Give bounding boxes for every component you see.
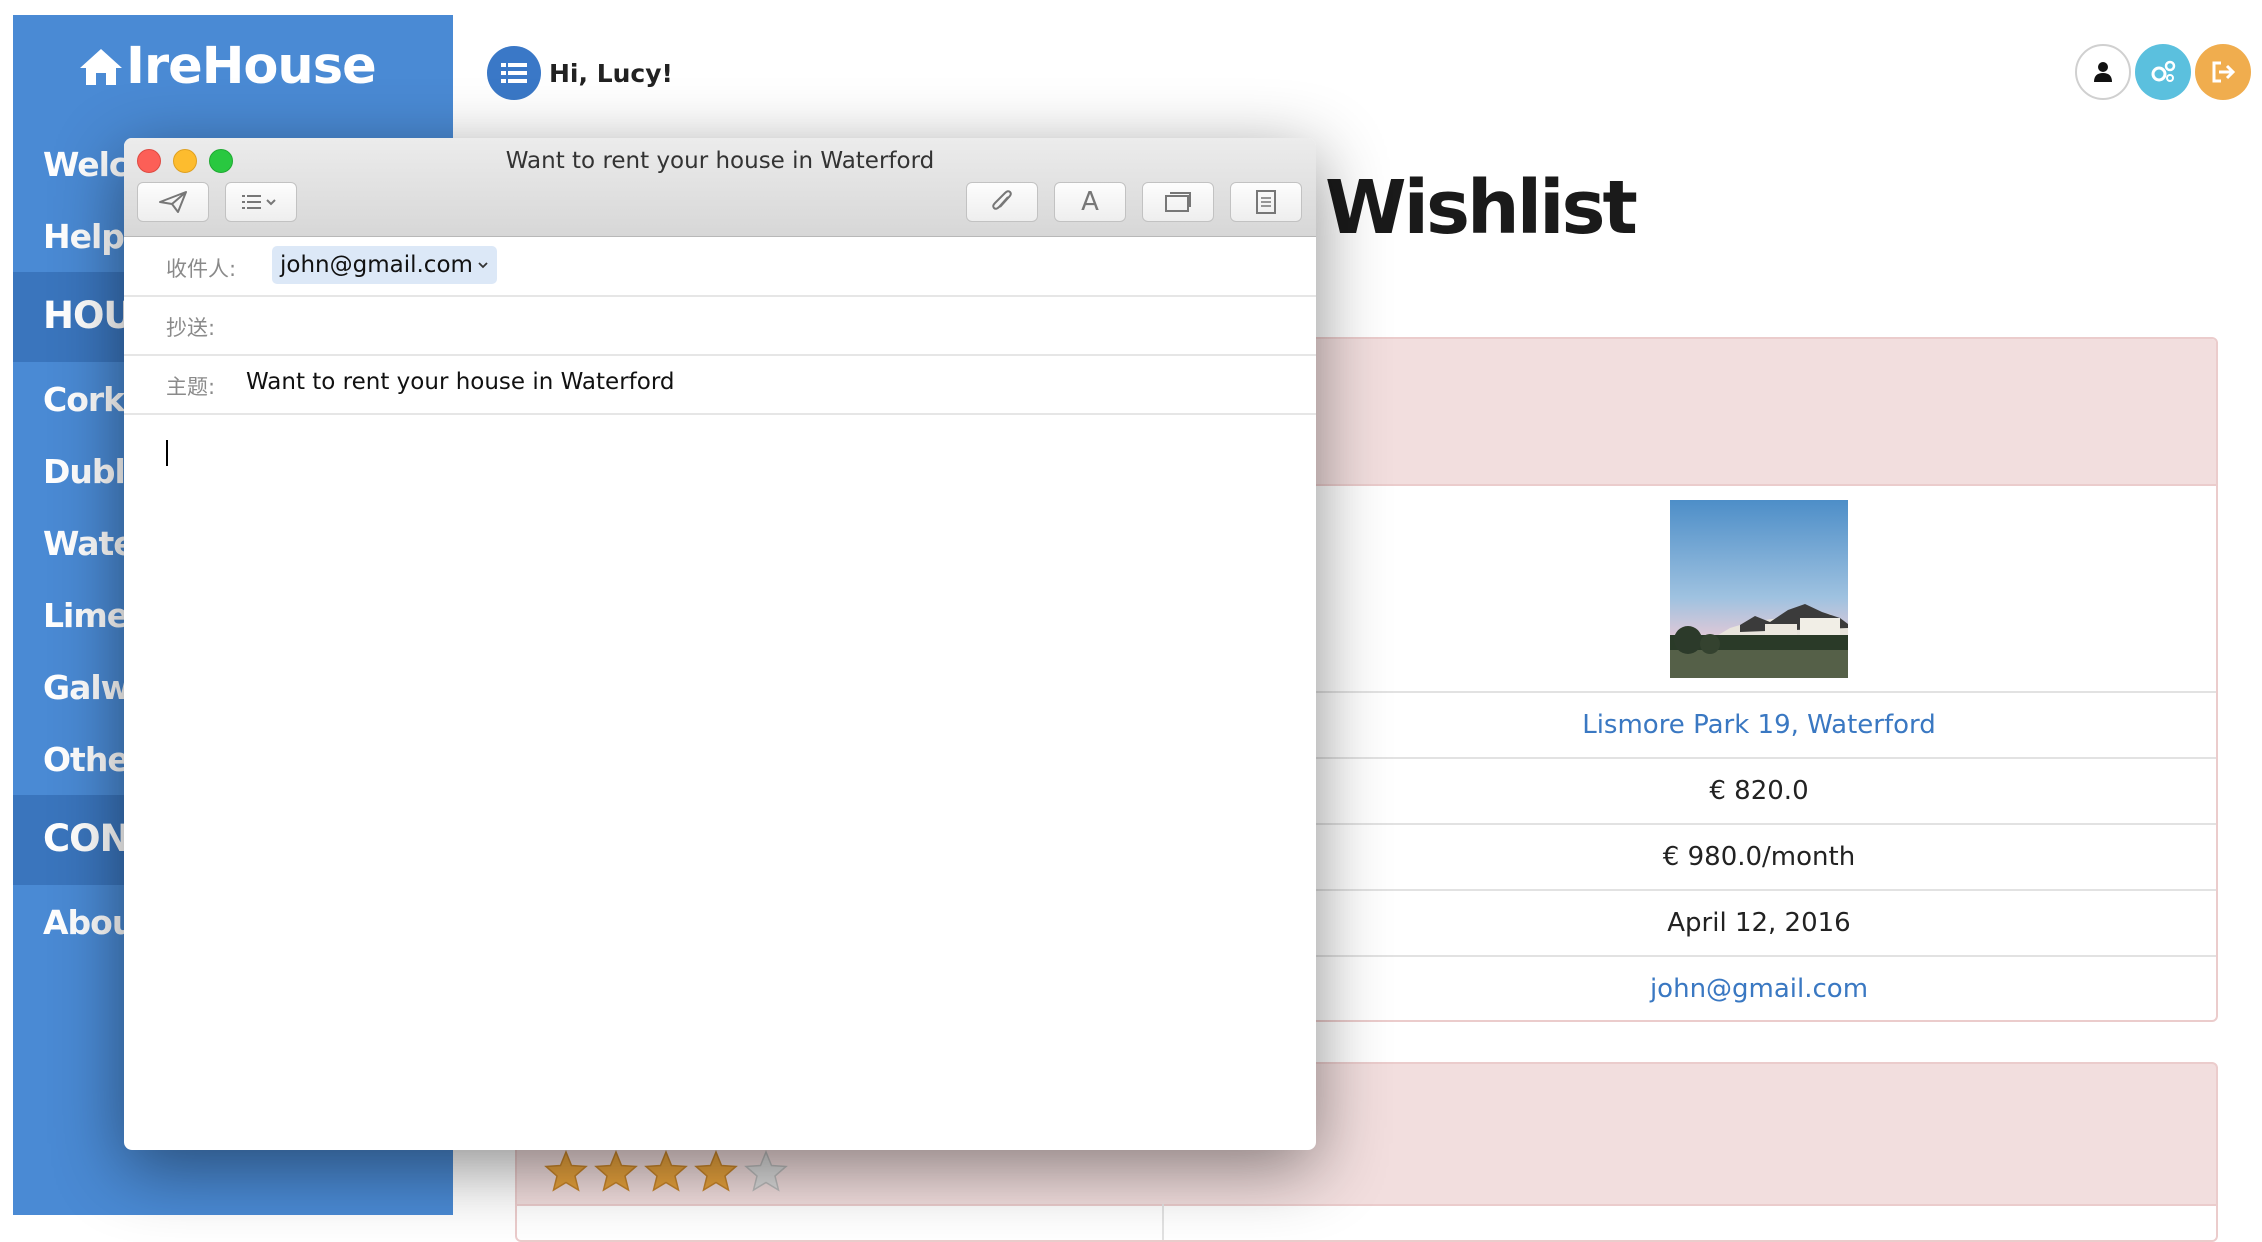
menu-toggle-button[interactable] (487, 46, 541, 100)
listing-address-link[interactable]: Lismore Park 19, Waterford (1582, 710, 1936, 740)
home-icon (80, 48, 122, 85)
listing-rent: € 980.0/month (1662, 842, 1856, 872)
subject-label: 主题: (166, 375, 216, 399)
paperclip-icon (992, 190, 1012, 210)
to-label: 收件人: (166, 257, 237, 281)
star-empty-icon[interactable] (744, 1150, 788, 1192)
rating-stars (544, 1150, 788, 1192)
star-filled-icon[interactable] (594, 1150, 638, 1192)
star-filled-icon[interactable] (544, 1150, 588, 1192)
list-icon (501, 63, 527, 83)
list-options-icon (242, 195, 276, 209)
photo-browser-icon (1165, 192, 1191, 212)
listing-rent-row: € 980.0/month (1302, 823, 2216, 889)
cc-field[interactable]: 抄送: (124, 295, 1316, 356)
mail-compose-window: Want to rent your house in Waterford A 收… (124, 138, 1316, 1150)
logout-icon (2212, 61, 2236, 83)
message-body[interactable] (124, 415, 1316, 1150)
profile-button[interactable] (2075, 44, 2131, 100)
mail-window-title: Want to rent your house in Waterford (505, 148, 935, 174)
listing-email-row: john@gmail.com (1302, 955, 2216, 1020)
paper-plane-icon (159, 191, 187, 213)
logo[interactable]: IreHouse (78, 37, 377, 96)
format-button[interactable]: A (1054, 182, 1126, 222)
listing-address-row: Lismore Park 19, Waterford (1302, 691, 2216, 757)
page-title: Wishlist (1325, 165, 1638, 251)
attach-button[interactable] (966, 182, 1038, 222)
star-filled-icon[interactable] (694, 1150, 738, 1192)
cc-label: 抄送: (166, 316, 216, 340)
settings-button[interactable] (2135, 44, 2191, 100)
to-recipient-text: john@gmail.com (280, 252, 473, 278)
logo-text: IreHouse (126, 37, 377, 96)
listing-date: April 12, 2016 (1667, 908, 1851, 938)
house-photo[interactable] (1670, 499, 1848, 678)
chevron-down-icon (478, 262, 488, 269)
listing-email-link[interactable]: john@gmail.com (1650, 974, 1868, 1004)
sidebar-item-help[interactable]: Help (43, 217, 125, 256)
star-filled-icon[interactable] (644, 1150, 688, 1192)
stationery-button[interactable] (1230, 182, 1302, 222)
sidebar-item-cork[interactable]: Cork (43, 380, 125, 419)
photo-browser-button[interactable] (1142, 182, 1214, 222)
subject-input[interactable]: Want to rent your house in Waterford (246, 369, 674, 395)
greeting-text: Hi, Lucy! (549, 58, 673, 88)
listing-date-row: April 12, 2016 (1302, 889, 2216, 955)
send-button[interactable] (137, 182, 209, 222)
divider (1162, 1204, 1164, 1240)
font-format-icon: A (1081, 187, 1099, 217)
card-row (517, 1204, 2216, 1240)
greeting: Hi, Lucy! (487, 46, 673, 100)
wishlist-item-card: Lismore Park 19, Waterford € 820.0 € 980… (1300, 337, 2218, 1022)
listing-deposit-row: € 820.0 (1302, 757, 2216, 823)
subject-field[interactable]: 主题: Want to rent your house in Waterford (124, 354, 1316, 415)
listing-deposit: € 820.0 (1709, 776, 1809, 806)
card-heading (1302, 339, 2216, 486)
header-fields-button[interactable] (225, 182, 297, 222)
to-recipient-token[interactable]: john@gmail.com (272, 246, 497, 284)
mail-titlebar: Want to rent your house in Waterford A (124, 138, 1316, 237)
to-field: 收件人: john@gmail.com (124, 236, 1316, 297)
house-photo-cell (1302, 486, 2216, 691)
settings-icon (2151, 60, 2176, 82)
stationery-icon (1256, 190, 1276, 214)
logout-button[interactable] (2195, 44, 2251, 100)
user-icon (2094, 62, 2112, 82)
text-cursor (166, 440, 168, 466)
